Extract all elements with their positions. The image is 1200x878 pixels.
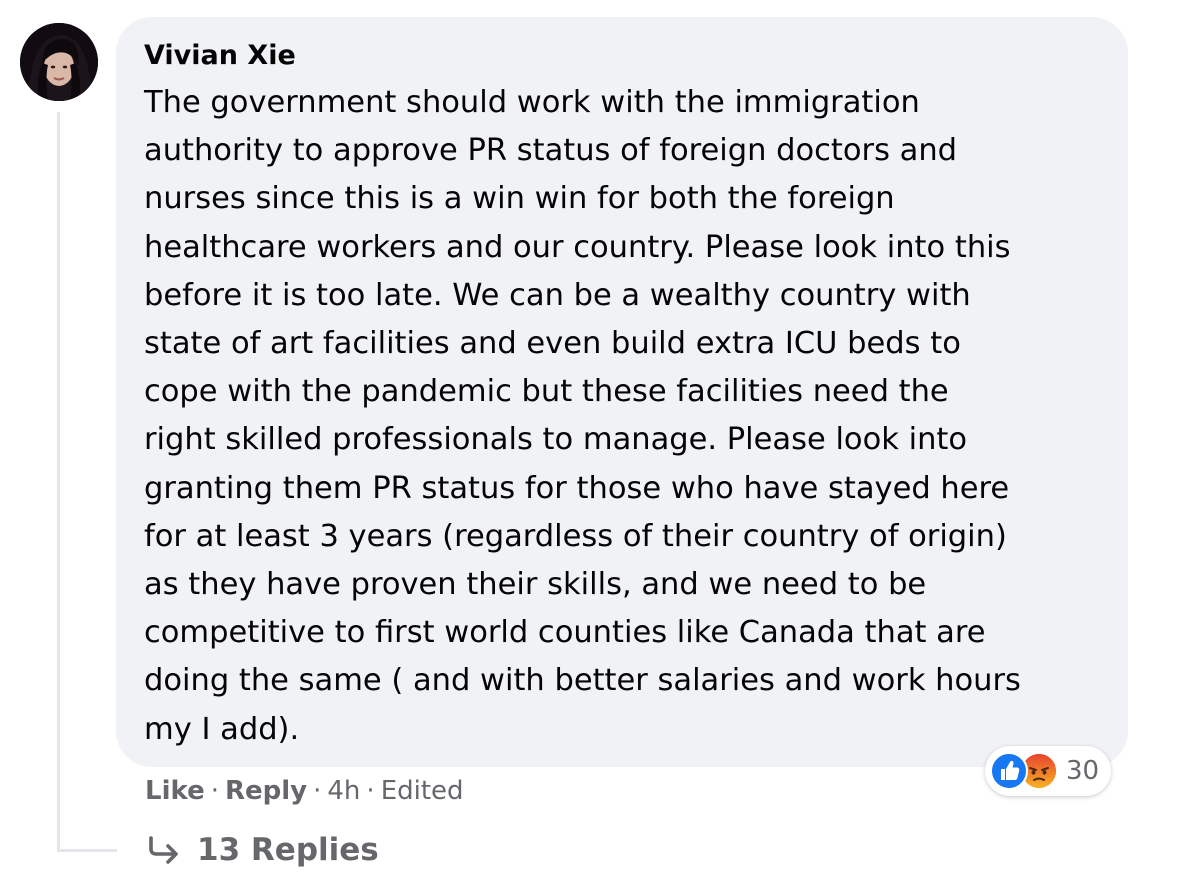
reply-button[interactable]: Reply bbox=[225, 776, 307, 806]
comment-text-line: The government should work with the immi… bbox=[144, 85, 920, 120]
comment-text-line: right skilled professionals to manage. P… bbox=[144, 422, 968, 458]
comment-text-line: authority to approve PR status of foreig… bbox=[144, 133, 958, 169]
replies-count-label: 13 Replies bbox=[197, 832, 379, 868]
comment-text-line: my I add). bbox=[144, 711, 300, 747]
comment-author[interactable]: Vivian Xie bbox=[144, 39, 1100, 73]
comment-text-line: for at least 3 years (regardless of thei… bbox=[144, 518, 1007, 554]
separator: · bbox=[313, 776, 322, 806]
reply-arrow-icon bbox=[145, 835, 183, 865]
like-button[interactable]: Like bbox=[145, 776, 205, 806]
separator: · bbox=[366, 776, 375, 806]
comment-timestamp[interactable]: 4h bbox=[327, 776, 360, 806]
comment-text-line: doing the same ( and with better salarie… bbox=[144, 663, 1021, 699]
thread-line bbox=[57, 112, 60, 852]
like-icon bbox=[990, 752, 1028, 790]
comment-actions: Like · Reply · 4h · Edited bbox=[145, 772, 464, 810]
comment-text: The government should work with the immi… bbox=[144, 79, 1104, 754]
comment-text-line: cope with the pandemic but these facilit… bbox=[144, 374, 949, 410]
avatar-image bbox=[20, 23, 98, 101]
comment-text-line: before it is too late. We can be a wealt… bbox=[144, 277, 971, 313]
view-replies-button[interactable]: 13 Replies bbox=[145, 832, 379, 868]
comment-text-line: competitive to first world counties like… bbox=[144, 615, 986, 651]
separator: · bbox=[210, 776, 219, 806]
comment-text-line: as they have proven their skills, and we… bbox=[144, 567, 927, 603]
comment-text-line: healthcare workers and our country. Plea… bbox=[144, 229, 1011, 265]
thread-line-connector bbox=[57, 849, 117, 852]
edited-label[interactable]: Edited bbox=[381, 776, 464, 806]
comment-text-line: nurses since this is a win win for both … bbox=[144, 181, 895, 217]
avatar[interactable] bbox=[20, 23, 98, 101]
comment-text-line: granting them PR status for those who ha… bbox=[144, 470, 1010, 506]
reaction-count: 30 bbox=[1066, 756, 1100, 786]
reactions-summary[interactable]: 30 bbox=[985, 746, 1112, 796]
comment-bubble: Vivian Xie The government should work wi… bbox=[116, 17, 1128, 767]
comment-text-line: state of art facilities and even build e… bbox=[144, 326, 961, 362]
